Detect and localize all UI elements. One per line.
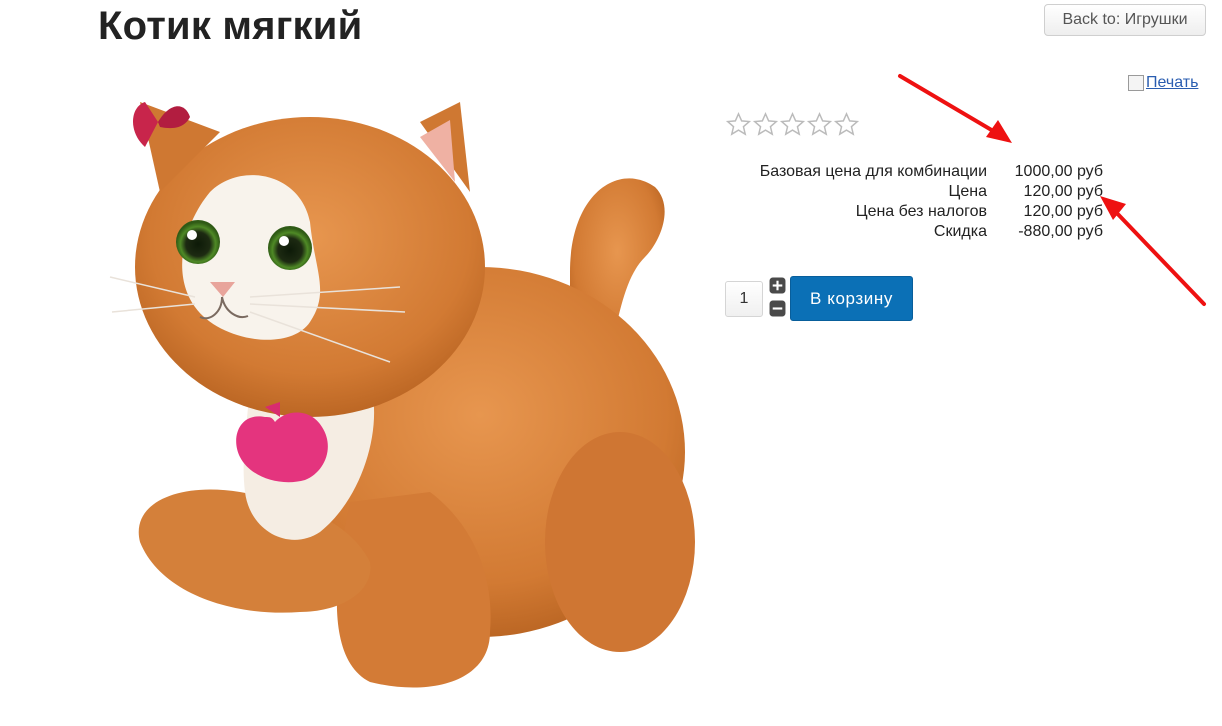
price-label: Цена без налогов xyxy=(855,203,987,220)
price-value: 120,00 руб xyxy=(1023,203,1103,220)
back-button[interactable]: Back to: Игрушки xyxy=(1044,4,1206,36)
empty-star-icon[interactable] xyxy=(725,111,752,138)
plush-cat-image xyxy=(109,102,695,688)
arrowhead-icon xyxy=(1100,196,1126,220)
print-link-label: Печать xyxy=(1146,74,1199,91)
rating-stars[interactable] xyxy=(725,111,860,138)
price-value: 120,00 руб xyxy=(1023,183,1103,200)
minus-icon[interactable] xyxy=(769,300,786,317)
empty-star-icon[interactable] xyxy=(752,111,779,138)
price-row-discount: Скидка -880,00 руб xyxy=(725,222,1103,242)
price-value: -880,00 руб xyxy=(1018,223,1103,240)
empty-star-icon[interactable] xyxy=(833,111,860,138)
add-to-cart-button[interactable]: В корзину xyxy=(790,276,913,321)
annotation-arrow-bottom xyxy=(1110,206,1206,306)
plus-icon[interactable] xyxy=(769,277,786,294)
price-row-base: Базовая цена для комбинации 1000,00 руб xyxy=(725,162,1103,182)
price-table: Базовая цена для комбинации 1000,00 руб … xyxy=(725,162,1103,242)
price-row-no-tax: Цена без налогов 120,00 руб xyxy=(725,202,1103,222)
empty-star-icon[interactable] xyxy=(779,111,806,138)
quantity-input[interactable]: 1 xyxy=(725,281,763,317)
product-page: Котик мягкий Back to: Игрушки Печать Баз… xyxy=(0,0,1222,726)
empty-star-icon[interactable] xyxy=(806,111,833,138)
broken-image-icon xyxy=(1128,75,1144,91)
price-value: 1000,00 руб xyxy=(1014,163,1103,180)
price-label: Базовая цена для комбинации xyxy=(759,163,987,180)
price-row-price: Цена 120,00 руб xyxy=(725,182,1103,202)
price-label: Цена xyxy=(948,183,987,200)
page-title: Котик мягкий xyxy=(98,4,363,48)
price-label: Скидка xyxy=(933,223,987,240)
arrowhead-icon xyxy=(986,120,1012,143)
print-link[interactable]: Печать xyxy=(1128,74,1198,92)
annotation-arrow-top xyxy=(898,74,1002,137)
